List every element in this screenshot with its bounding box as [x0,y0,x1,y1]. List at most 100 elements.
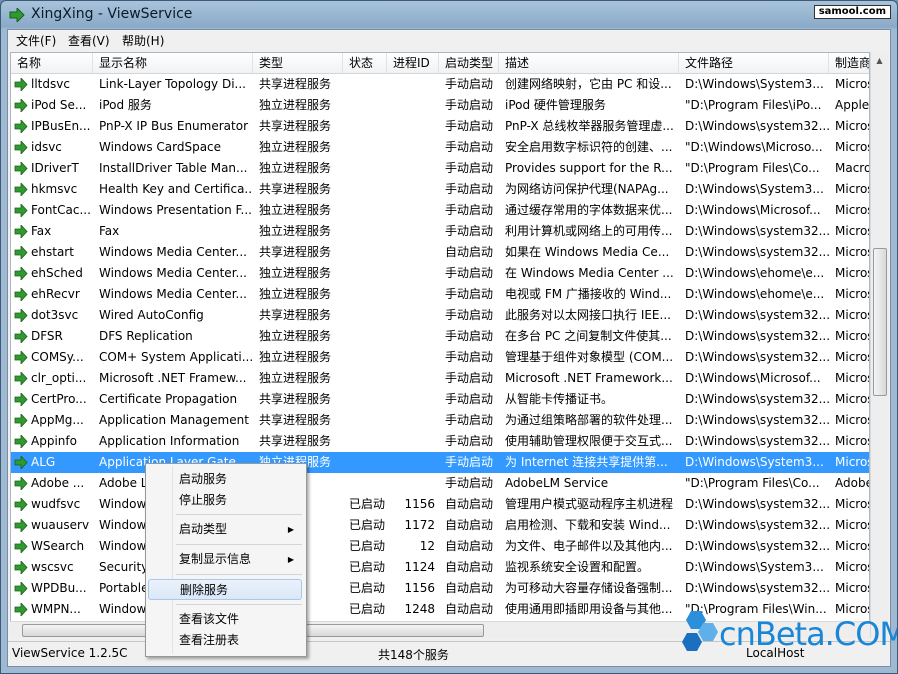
table-row[interactable]: DFSR DFS Replication 独立进程服务 手动启动 在多台 PC 之间复制… [11,326,869,347]
table-cell: Micros [835,581,870,595]
table-row[interactable]: idsvc Windows CardSpace 独立进程服务 手动启动 安全启用数字标识… [11,137,870,158]
table-row[interactable]: hkmsvc Health Key and Certifica... 共享进程服务 手… [11,179,869,200]
column-header[interactable]: 描述 [499,53,679,73]
table-row[interactable]: AppMg... Application Management 共享进程服务 手动启动… [11,410,869,431]
table-cell: 已启动 [349,539,386,553]
table-cell: ehRecvr [31,287,80,301]
menu-file[interactable]: 文件(F) [14,32,58,49]
table-row[interactable]: dot3svc Wired AutoConfig 共享进程服务 手动启动 此服务对以太网… [11,305,869,326]
table-row[interactable]: ehstart Windows Media Center... 共享进程服务 自动启动… [11,242,870,263]
table-cell: WPDBu... [31,581,87,595]
table-cell: Micros [835,245,870,259]
table-cell: 手动启动 [445,203,494,217]
column-header[interactable]: 显示名称 [93,53,253,73]
table-cell: 手动启动 [445,140,494,154]
table-cell: WSearch [31,539,85,553]
table-cell: D:\Windows\system32... [685,581,829,595]
table-row[interactable]: COMSy... COM+ System Applicati... 独立进程服务 手动… [11,347,869,368]
menu-view[interactable]: 查看(V) [66,32,112,49]
context-menu-item[interactable]: 复制显示信息 ▶ [148,549,302,570]
table-cell: Micros [835,119,870,133]
table-row[interactable]: wscsvcSecurity...服务已启动1124自动启动监视系统安全设置和配… [11,557,870,578]
title-bar[interactable]: XingXing - ViewService samool.com [1,1,897,29]
table-cell: Fax [31,224,52,238]
table-cell [343,347,387,368]
table-cell: D:\Windows\system32... [685,308,829,322]
table-cell: Micros [835,140,870,154]
scroll-up-icon[interactable]: ▲ [871,52,888,69]
list-header: 名称 显示名称 类型 状态 进程ID 启动类型 描述 文件路径 制造商 [11,53,869,74]
table-cell: D:\Windows\system32... [685,119,829,133]
table-row[interactable]: WSearchWindow...服务已启动12自动启动为文件、电子邮件以及其他内… [11,536,869,557]
table-cell: Micros [835,560,870,574]
table-cell: Health Key and Certifica... [99,182,253,196]
column-header[interactable]: 状态 [343,53,387,73]
table-row[interactable]: ALG Application Layer Gate... 独立进程服务 手动启动为 … [11,452,869,473]
table-cell: 通过缓存常用的字体数据来优... [505,203,673,217]
table-cell [343,221,387,242]
table-row[interactable]: Appinfo Application Information 共享进程服务 手动启动… [11,431,869,452]
context-menu-item[interactable]: 启动服务 [148,469,302,490]
table-row[interactable]: clr_opti... Microsoft .NET Framew... 独立进程服… [11,368,869,389]
table-row[interactable]: wudfsvcWindow...服务已启动1156自动启动管理用户模式驱动程序主… [11,494,869,515]
table-cell: 独立进程服务 [259,224,332,238]
table-cell: 手动启动 [445,413,494,427]
vertical-scrollbar[interactable]: ▲ [870,52,888,638]
table-cell: 共享进程服务 [259,245,332,259]
column-header[interactable]: 启动类型 [439,53,499,73]
context-menu-item-label: 删除服务 [180,583,229,597]
table-cell: 手动启动 [445,350,494,364]
table-row[interactable]: FontCac... Windows Presentation F... 独立进程服… [11,200,869,221]
table-row[interactable]: iPod Se... iPod 服务 独立进程服务 手动启动 iPod 硬件管理服务 "D… [11,95,869,116]
window-title: XingXing - ViewService [31,6,193,22]
table-cell: 手动启动 [445,224,494,238]
table-cell: 独立进程服务 [259,203,332,217]
table-row[interactable]: wuauservWindow...服务已启动1172自动启动启用检测、下载和安装… [11,515,869,536]
table-row[interactable]: lltdsvc Link-Layer Topology Di... 共享进程服务 手动… [11,74,869,95]
table-cell: IDriverT [31,161,79,175]
table-cell: 创建网络映射，它由 PC 和设... [505,77,672,91]
table-row[interactable]: ehRecvr Windows Media Center... 独立进程服务 手动启动… [11,284,869,305]
menu-help[interactable]: 帮助(H) [120,32,166,49]
column-header[interactable]: 制造商 [829,53,869,73]
status-version: ViewService 1.2.5C [12,646,128,660]
table-row[interactable]: WPDBu...Portable...服务已启动1156自动启动为可移动大容量存… [11,578,870,599]
column-header[interactable]: 进程ID [387,53,439,73]
table-row[interactable]: CertPro... Certificate Propagation 共享进程服务 手… [11,389,869,410]
context-menu-item[interactable]: 查看该文件 [148,609,302,630]
table-cell: 自动启动 [445,539,494,553]
context-menu-item-label: 启动类型 [179,522,228,536]
table-cell [343,473,387,494]
service-list[interactable]: 名称 显示名称 类型 状态 进程ID 启动类型 描述 文件路径 制造商 lltdsvc Link-… [10,52,870,638]
table-row[interactable]: Adobe ...Adobe L...服务手动启动AdobeLM Service… [11,473,869,494]
context-menu-item[interactable]: 删除服务 [148,579,302,600]
column-header[interactable]: 类型 [253,53,343,73]
table-row[interactable]: IDriverT InstallDriver Table Man... 独立进程服务… [11,158,869,179]
table-cell: D:\Windows\system32... [685,224,829,238]
vertical-scroll-thumb[interactable] [873,248,887,396]
table-cell: 手动启动 [445,329,494,343]
table-row[interactable]: IPBusEn... PnP-X IP Bus Enumerator 共享进程服务 手… [11,116,870,137]
table-cell: D:\Windows\Microsof... [685,203,821,217]
table-cell [387,179,439,200]
table-cell: 为通过组策略部署的软件处理... [505,413,673,427]
context-menu-item[interactable]: 停止服务 [148,490,302,511]
table-cell: COMSy... [31,350,84,364]
table-cell [343,200,387,221]
app-arrow-icon [9,8,25,22]
table-cell: 独立进程服务 [259,371,332,385]
client-area: 文件(F) 查看(V) 帮助(H) 名称 显示名称 类型 状态 进程ID 启动类型 描述 文件… [7,29,891,667]
table-row[interactable]: ehSched Windows Media Center... 独立进程服务 手动启动… [11,263,869,284]
column-header[interactable]: 名称 [11,53,93,73]
context-menu-item[interactable]: 启动类型 ▶ [148,519,302,540]
table-cell: 此服务对以太网接口执行 IEE... [505,308,671,322]
context-menu-item[interactable]: 查看注册表 [148,630,302,651]
context-menu-separator [176,544,302,545]
table-cell [343,242,387,263]
column-header[interactable]: 文件路径 [679,53,829,73]
table-cell: 手动启动 [445,98,494,112]
table-cell [343,95,387,116]
table-cell: 利用计算机或网络上的可用传... [505,224,673,238]
table-row[interactable]: Fax Fax 独立进程服务 手动启动 利用计算机或网络上的可用传... D:\Windo… [11,221,869,242]
table-cell: wudfsvc [31,497,81,511]
